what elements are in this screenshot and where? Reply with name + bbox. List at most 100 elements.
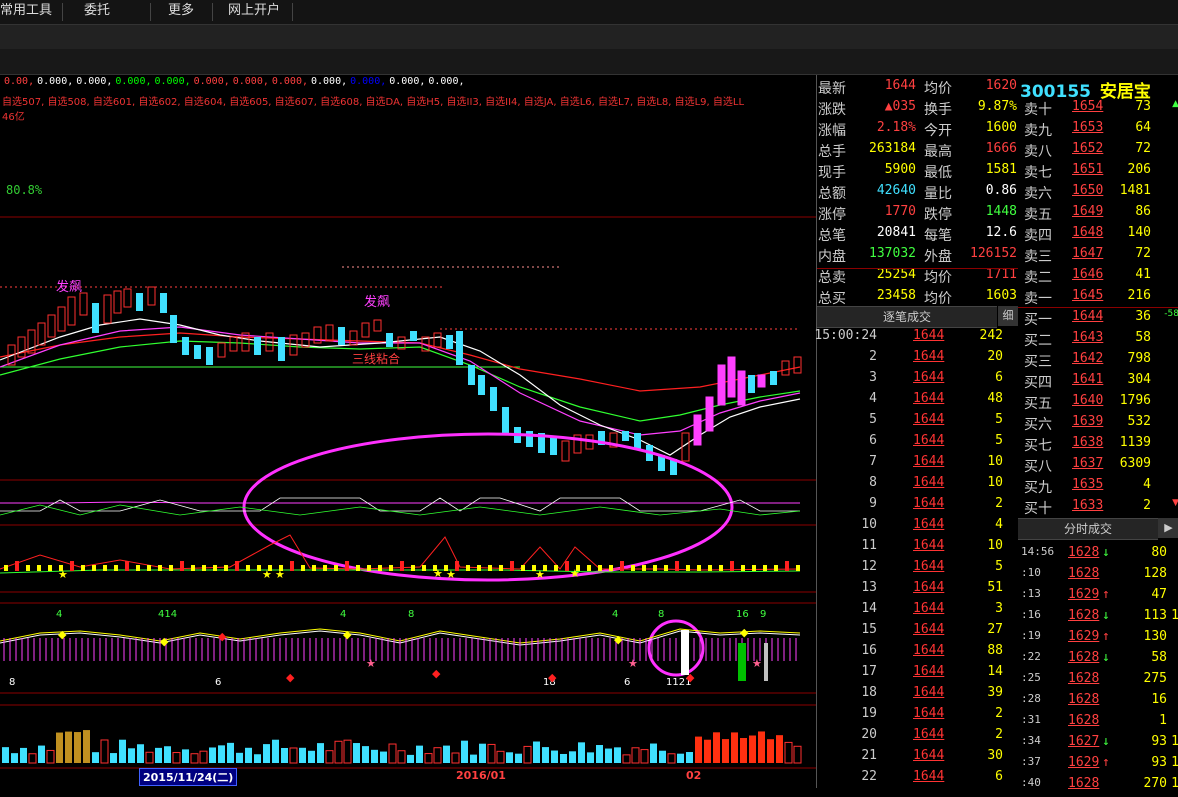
date-label: 2016/01	[456, 769, 506, 782]
volume-bar	[299, 747, 306, 763]
volume-bar	[776, 735, 783, 763]
order-book-row[interactable]: 买九 1635 4	[1018, 477, 1178, 498]
indicator-bar	[246, 565, 250, 571]
menu-open-account[interactable]: 网上开户	[222, 0, 286, 24]
trade-row: 15:00:24 1644 242	[814, 328, 1018, 349]
level-price: 1639	[1072, 414, 1104, 429]
order-book-row[interactable]: 卖一 1645 216	[1018, 288, 1178, 309]
order-book-row[interactable]: 卖八 1652 72	[1018, 141, 1178, 162]
svg-text:★: ★	[262, 568, 272, 581]
order-book-row[interactable]: 买七 1638 1139	[1018, 435, 1178, 456]
menu-tools[interactable]: 常用工具	[0, 0, 58, 24]
indicator-bar	[202, 565, 206, 571]
order-book-row[interactable]: 买六 1639 532	[1018, 414, 1178, 435]
trade-time: 9	[869, 496, 877, 511]
order-book-row[interactable]: 买八 1637 6309	[1018, 456, 1178, 477]
volume-bar	[308, 750, 315, 763]
indicator-bar	[169, 565, 173, 571]
quote-label: 每笔	[924, 228, 952, 244]
level-label: 卖八	[1024, 144, 1052, 160]
indicator-bar	[70, 561, 74, 571]
order-book-row[interactable]: 买二 1643 58	[1018, 330, 1178, 351]
svg-text:◆: ◆	[548, 671, 557, 684]
menu-separator	[62, 3, 63, 21]
indicator-bar	[686, 565, 690, 571]
toolbar	[0, 25, 1178, 49]
trade-row: 6 1644 5	[817, 433, 1018, 454]
indicator-bar	[81, 565, 85, 571]
volume-bar	[731, 732, 738, 763]
indicator-bar	[796, 565, 800, 571]
menu-more[interactable]: 更多	[162, 0, 200, 24]
direction-arrow-icon: ↓	[1102, 608, 1110, 623]
volume-bar	[506, 752, 513, 763]
candle	[79, 292, 88, 316]
level-change: ▲	[1172, 99, 1178, 109]
indicator-bar	[631, 565, 635, 571]
candle	[206, 347, 213, 365]
order-book-row[interactable]: 卖六 1650 1481	[1018, 183, 1178, 204]
volume-bar	[83, 730, 90, 763]
quote-value: 42640	[876, 183, 916, 198]
quote-label: 总手	[818, 144, 846, 160]
volume-bar	[461, 740, 468, 763]
order-book-row[interactable]: 卖七 1651 206	[1018, 162, 1178, 183]
indicator-bar	[620, 561, 624, 571]
trade-volume: 88	[987, 643, 1003, 658]
tab-minute-trades[interactable]: 分时成交	[1018, 518, 1158, 540]
detail-button[interactable]: 细	[998, 306, 1018, 326]
order-book-row[interactable]: 卖三 1647 72	[1018, 246, 1178, 267]
order-book-row[interactable]: 买一 1644 36 -58	[1018, 309, 1178, 330]
trade-volume: 48	[987, 391, 1003, 406]
quote-value: 137032	[869, 246, 916, 261]
volume-bar	[11, 753, 18, 763]
trade-volume: 30	[987, 748, 1003, 763]
trade-row: 19 1644 2	[817, 706, 1018, 727]
trade-time: 7	[869, 454, 877, 469]
minute-volume: 113	[1143, 608, 1167, 623]
quote-label: 总笔	[818, 228, 846, 244]
candle	[781, 360, 790, 376]
indicator-bar	[609, 565, 613, 571]
order-book-row[interactable]: 卖四 1648 140	[1018, 225, 1178, 246]
order-book-row[interactable]: 买四 1641 304	[1018, 372, 1178, 393]
annotation-fa-biao: 发飙	[364, 295, 391, 310]
indicator-bar	[48, 565, 52, 571]
trade-time: 16	[861, 643, 877, 658]
minute-time: :37	[1021, 755, 1041, 768]
order-book-row[interactable]: 卖二 1646 41	[1018, 267, 1178, 288]
order-book-row[interactable]: 卖五 1649 86	[1018, 204, 1178, 225]
order-book-row[interactable]: 卖十 1654 73 ▲	[1018, 99, 1178, 120]
order-book-row[interactable]: 买十 1633 2 ▼	[1018, 498, 1178, 519]
next-arrow-icon[interactable]: ▶	[1158, 518, 1178, 538]
quote-label: 均价	[924, 270, 952, 286]
order-book-row[interactable]: 卖九 1653 64	[1018, 120, 1178, 141]
quote-label: 外盘	[924, 249, 952, 265]
volume-bar	[2, 747, 9, 763]
indicator-bar	[224, 565, 228, 571]
quote-value: 1600	[985, 120, 1017, 135]
quote-value: 23458	[876, 288, 916, 303]
volume-bar	[487, 743, 496, 764]
svg-text:◆: ◆	[58, 628, 67, 641]
volume-bar	[667, 753, 676, 764]
trade-volume: 2	[995, 727, 1003, 742]
candle	[361, 322, 370, 338]
minute-price: 1629	[1068, 629, 1100, 644]
order-book-row[interactable]: 买三 1642 798	[1018, 351, 1178, 372]
minute-volume: 270	[1143, 776, 1167, 791]
menu-entrust[interactable]: 委托	[78, 0, 116, 24]
trade-time: 20	[861, 727, 877, 742]
minute-extra: 1	[1171, 776, 1178, 791]
order-book-row[interactable]: 买五 1640 1796	[1018, 393, 1178, 414]
tab-trades[interactable]: 逐笔成交	[817, 306, 997, 328]
volume-bar	[686, 752, 693, 763]
kline-chart[interactable]: 0.00, 0.000, 0.000, 0.000, 0.000, 0.000, 0.000…	[0, 75, 816, 788]
quote-value: 263184	[869, 141, 916, 156]
volume-bar	[560, 753, 567, 763]
indicator-bar	[642, 565, 646, 571]
minute-volume: 47	[1151, 587, 1167, 602]
quote-row: 总笔 20841 每笔 12.6	[817, 225, 1018, 246]
candle	[433, 332, 442, 348]
trade-time: 15:00:24	[814, 328, 877, 343]
